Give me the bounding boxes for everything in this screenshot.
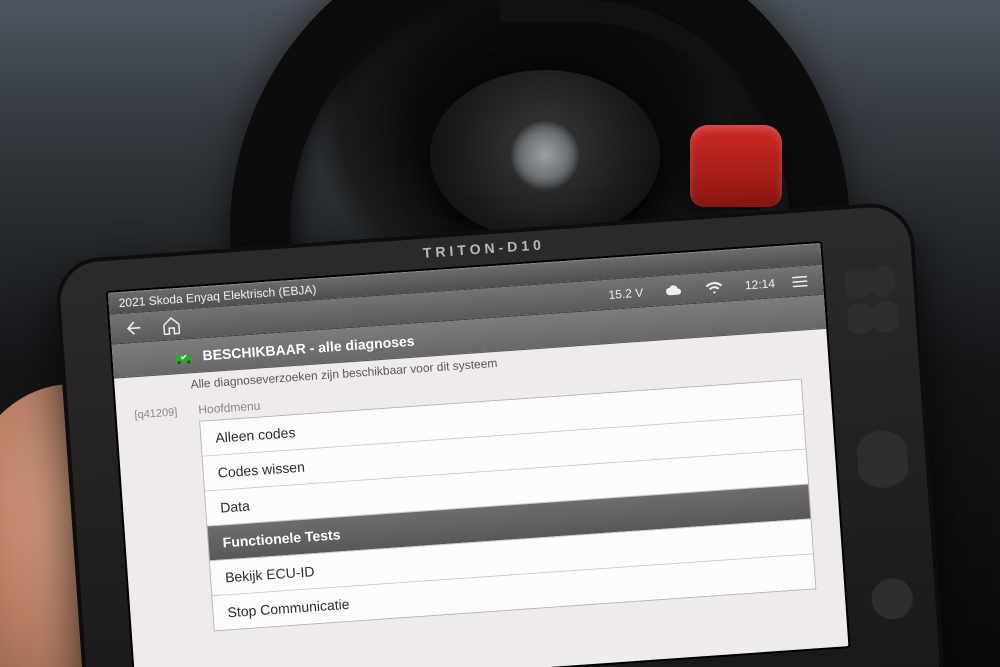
back-button[interactable] bbox=[120, 314, 148, 342]
screen: 2021 Skoda Enyaq Elektrisch (EBJA) 15.2 … bbox=[106, 241, 851, 667]
car-ok-icon bbox=[172, 348, 195, 365]
home-icon bbox=[161, 314, 182, 335]
diagnostic-tablet: TRITON-D10 Snap-on 2021 Skoda Enyaq Elek… bbox=[54, 201, 947, 667]
banner-title: BESCHIKBAAR - alle diagnoses bbox=[202, 332, 415, 363]
wifi-icon bbox=[705, 279, 724, 294]
back-arrow-icon bbox=[123, 317, 144, 338]
clock: 12:14 bbox=[744, 276, 775, 292]
menu-button[interactable] bbox=[786, 267, 814, 295]
clock-value: 12:14 bbox=[744, 276, 775, 292]
cloud-icon bbox=[665, 282, 684, 297]
cloud-status bbox=[665, 282, 684, 297]
reference-id: [q41209] bbox=[134, 404, 204, 667]
voltage-value: 15.2 V bbox=[608, 285, 644, 301]
obd-connector bbox=[690, 125, 782, 207]
voltage-readout: 15.2 V bbox=[608, 285, 644, 301]
home-button[interactable] bbox=[158, 311, 186, 339]
main-menu: Alleen codesCodes wissenDataFunctionele … bbox=[199, 379, 816, 632]
hamburger-icon bbox=[790, 271, 809, 290]
wifi-status bbox=[705, 279, 724, 294]
